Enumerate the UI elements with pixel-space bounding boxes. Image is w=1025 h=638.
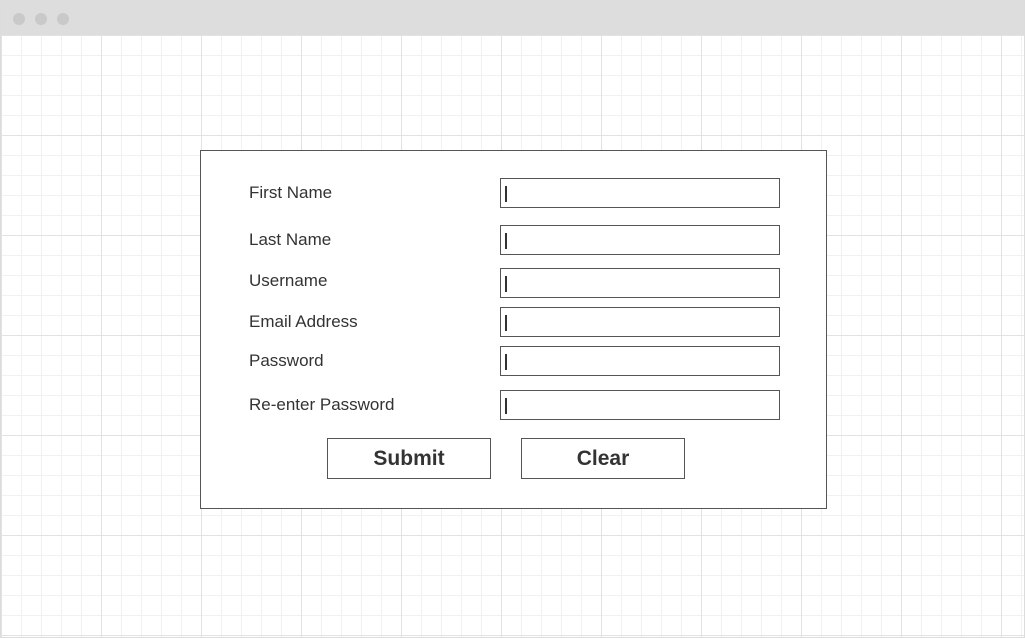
password-input[interactable] [500,346,780,376]
email-address-label: Email Address [249,312,358,331]
reenter-password-label: Re-enter Password [249,395,395,414]
clear-button[interactable]: Clear [521,438,685,479]
submit-button[interactable]: Submit [327,438,491,479]
text-caret [505,354,507,370]
maximize-window-dot[interactable] [57,13,69,25]
title-bar [1,1,1024,35]
first-name-label: First Name [249,183,333,202]
first-name-input[interactable] [500,178,780,208]
text-caret [505,186,507,202]
text-caret [505,276,507,292]
username-input[interactable] [500,268,780,298]
password-label: Password [249,351,324,370]
text-caret [505,315,507,331]
last-name-label: Last Name [249,230,332,249]
username-label: Username [249,271,328,290]
text-caret [505,233,507,249]
email-address-input[interactable] [500,307,780,337]
reenter-password-input[interactable] [500,390,780,420]
minimize-window-dot[interactable] [35,13,47,25]
close-window-dot[interactable] [13,13,25,25]
text-caret [505,398,507,414]
browser-window: First Name Last Name Username Email Addr… [0,0,1025,638]
registration-form: First Name Last Name Username Email Addr… [200,150,827,509]
last-name-input[interactable] [500,225,780,255]
grid-canvas: First Name Last Name Username Email Addr… [1,35,1024,637]
